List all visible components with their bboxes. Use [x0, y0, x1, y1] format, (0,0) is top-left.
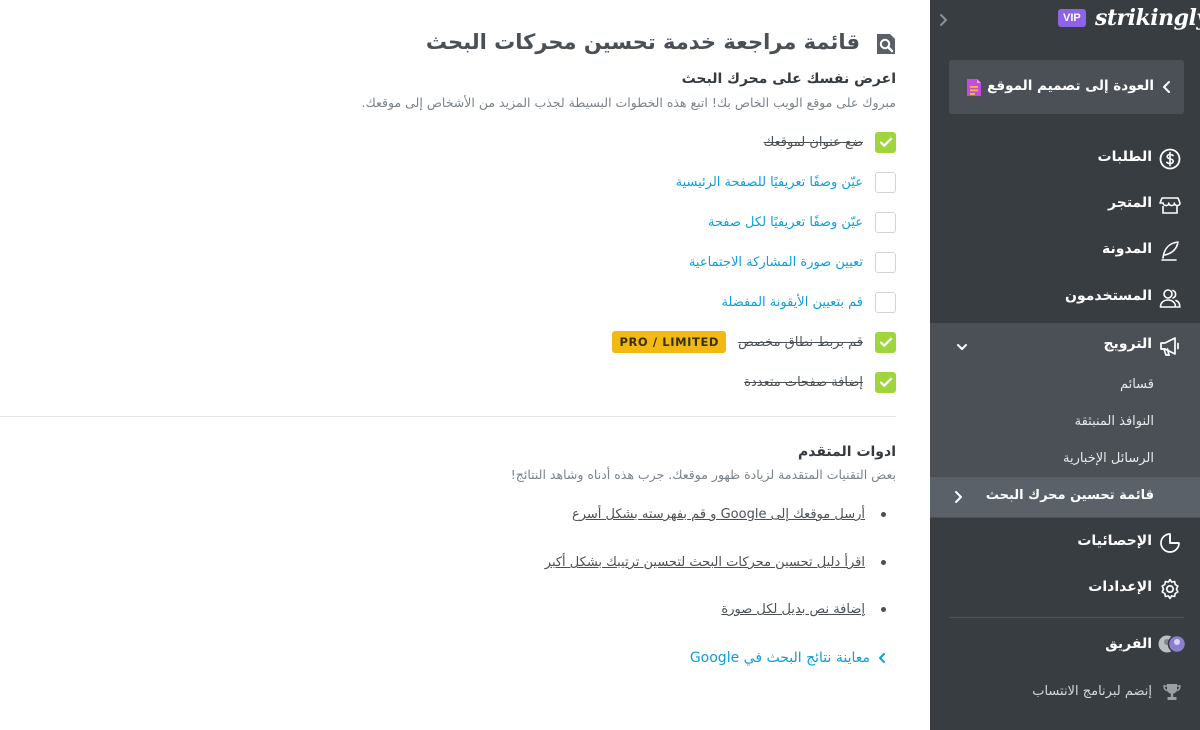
google-preview-link[interactable]: معاينة نتائج البحث في Google [690, 650, 888, 666]
sidebar-item-label: المدونة [1102, 241, 1152, 257]
megaphone-icon [1160, 337, 1179, 356]
gear-icon [1161, 578, 1179, 600]
sidebar-divider [949, 617, 1184, 618]
advanced-list-item: أرسل موقعك إلى Google و قم بفهرسته بشكل … [572, 507, 886, 522]
checklist-item-link[interactable]: قم بتعيين الأيقونة المفضلة [721, 295, 863, 310]
checklist-item-custom-domain[interactable]: قم بربط نطاق مخصص PRO / LIMITED [612, 331, 896, 353]
pro-limited-badge: PRO / LIMITED [612, 331, 727, 353]
bullet-icon [881, 512, 886, 517]
section-divider [0, 416, 896, 417]
checkbox-unchecked[interactable] [875, 291, 896, 313]
checkmark-icon [879, 337, 892, 347]
google-preview-label: معاينة نتائج البحث في Google [689, 650, 870, 666]
advanced-list-item: اقرأ دليل تحسين محركات البحث لتحسين ترتي… [545, 555, 886, 570]
pie-chart-icon [1160, 533, 1180, 553]
dollar-circle-icon [1159, 148, 1181, 170]
checklist-item-homepage-description[interactable]: عيّن وصفًا تعريفيًا للصفحة الرئيسية [676, 171, 896, 193]
brand-logo: strikingly [1095, 5, 1200, 31]
vip-badge: VIP [1058, 9, 1086, 27]
sidebar-item-blog[interactable]: المدونة [930, 230, 1200, 270]
chevron-left-icon [1163, 81, 1170, 93]
checkbox-checked[interactable] [875, 371, 896, 393]
sidebar-item-label: الإحصائيات [1077, 533, 1152, 549]
sidebar-item-promotion[interactable]: الترويج [930, 325, 1200, 365]
checkbox-checked[interactable] [875, 131, 896, 153]
checkmark-icon [879, 137, 892, 147]
sidebar-item-store[interactable]: المتجر [930, 184, 1200, 224]
feather-pen-icon [1161, 241, 1179, 261]
sidebar-item-label: الطلبات [1097, 149, 1152, 165]
sidebar-subitem-label: قائمة تحسين محرك البحث [985, 488, 1154, 503]
sidebar-item-team[interactable]: الفريق [1105, 636, 1152, 652]
sidebar: VIP strikingly العودة إلى تصميم الموقع ا… [930, 0, 1200, 730]
checkmark-icon [879, 377, 892, 387]
page-title: قائمة مراجعة خدمة تحسين محركات البحث [425, 30, 860, 54]
checklist-item-link[interactable]: عيّن وصفًا تعريفيًا لكل صفحة [708, 215, 863, 230]
chevron-right-icon[interactable] [938, 13, 950, 27]
checkbox-unchecked[interactable] [875, 251, 896, 273]
seo-guide-link[interactable]: اقرأ دليل تحسين محركات البحث لتحسين ترتي… [545, 555, 865, 570]
sidebar-item-settings[interactable]: الإعدادات [930, 568, 1200, 608]
alt-text-link[interactable]: إضافة نص بديل لكل صورة [721, 602, 865, 617]
trophy-icon [1163, 684, 1181, 700]
checklist-item-label: إضافة صفحات متعددة [744, 374, 863, 390]
chevron-left-icon [879, 653, 885, 663]
checklist-item-site-title[interactable]: ضع عنوان لموقعك [764, 131, 896, 153]
sidebar-subitem-popups[interactable]: النوافذ المنبثقة [1075, 414, 1154, 429]
bullet-icon [881, 607, 886, 612]
checklist-item-label: ضع عنوان لموقعك [763, 134, 863, 150]
sidebar-item-orders[interactable]: الطلبات [930, 138, 1200, 178]
checkbox-unchecked[interactable] [875, 211, 896, 233]
sidebar-item-users[interactable]: المستخدمون [930, 277, 1200, 317]
sidebar-item-label: الترويج [1103, 336, 1152, 352]
section-advanced-heading: ادوات المتقدم [797, 444, 896, 460]
team-avatars-icon[interactable] [1158, 634, 1186, 654]
sidebar-item-label: المستخدمون [1065, 288, 1152, 304]
checklist-item-link[interactable]: عيّن وصفًا تعريفيًا للصفحة الرئيسية [676, 175, 863, 190]
sidebar-subitem-coupons[interactable]: قسائم [1120, 377, 1154, 392]
checkbox-checked[interactable] [875, 331, 896, 353]
section-basic-description: مبروك على موقع الويب الخاص بك! اتبع هذه … [361, 95, 897, 110]
checklist-item-favicon[interactable]: قم بتعيين الأيقونة المفضلة [721, 291, 896, 313]
back-to-editor-button[interactable]: العودة إلى تصميم الموقع [949, 60, 1184, 114]
bullet-icon [881, 560, 886, 565]
sidebar-subitem-seo-checklist[interactable]: قائمة تحسين محرك البحث [930, 477, 1200, 517]
chevron-down-icon [957, 344, 967, 350]
sidebar-subitem-newsletters[interactable]: الرسائل الإخبارية [1063, 451, 1154, 466]
storefront-icon [1159, 197, 1181, 214]
sidebar-item-analytics[interactable]: الإحصائيات [930, 522, 1200, 562]
submit-to-google-link[interactable]: أرسل موقعك إلى Google و قم بفهرسته بشكل … [572, 507, 865, 522]
checklist-item-page-description[interactable]: عيّن وصفًا تعريفيًا لكل صفحة [708, 211, 896, 233]
section-advanced-description: بعض التقنيات المتقدمة لزيادة ظهور موقعك.… [510, 467, 896, 482]
document-icon [967, 79, 981, 96]
checklist-item-link[interactable]: تعيين صورة المشاركة الاجتماعية [689, 255, 863, 270]
users-icon [1159, 289, 1181, 308]
sidebar-item-affiliate[interactable]: إنضم لبرنامج الانتساب [1032, 684, 1152, 699]
checklist-item-multiple-pages[interactable]: إضافة صفحات متعددة [744, 371, 896, 393]
chevron-right-icon [955, 491, 962, 503]
section-basic-heading: اعرض نفسك على محرك البحث [681, 71, 896, 87]
checklist-item-label: قم بربط نطاق مخصص [738, 334, 863, 350]
seo-checklist-panel: قائمة مراجعة خدمة تحسين محركات البحث اعر… [0, 0, 930, 730]
sidebar-item-label: الإعدادات [1088, 579, 1152, 595]
advanced-list-item: إضافة نص بديل لكل صورة [721, 602, 886, 617]
sidebar-item-label: المتجر [1108, 195, 1152, 211]
back-to-editor-label: العودة إلى تصميم الموقع [987, 78, 1154, 94]
seo-search-icon [877, 34, 895, 54]
checkbox-unchecked[interactable] [875, 171, 896, 193]
checklist-item-social-image[interactable]: تعيين صورة المشاركة الاجتماعية [689, 251, 896, 273]
